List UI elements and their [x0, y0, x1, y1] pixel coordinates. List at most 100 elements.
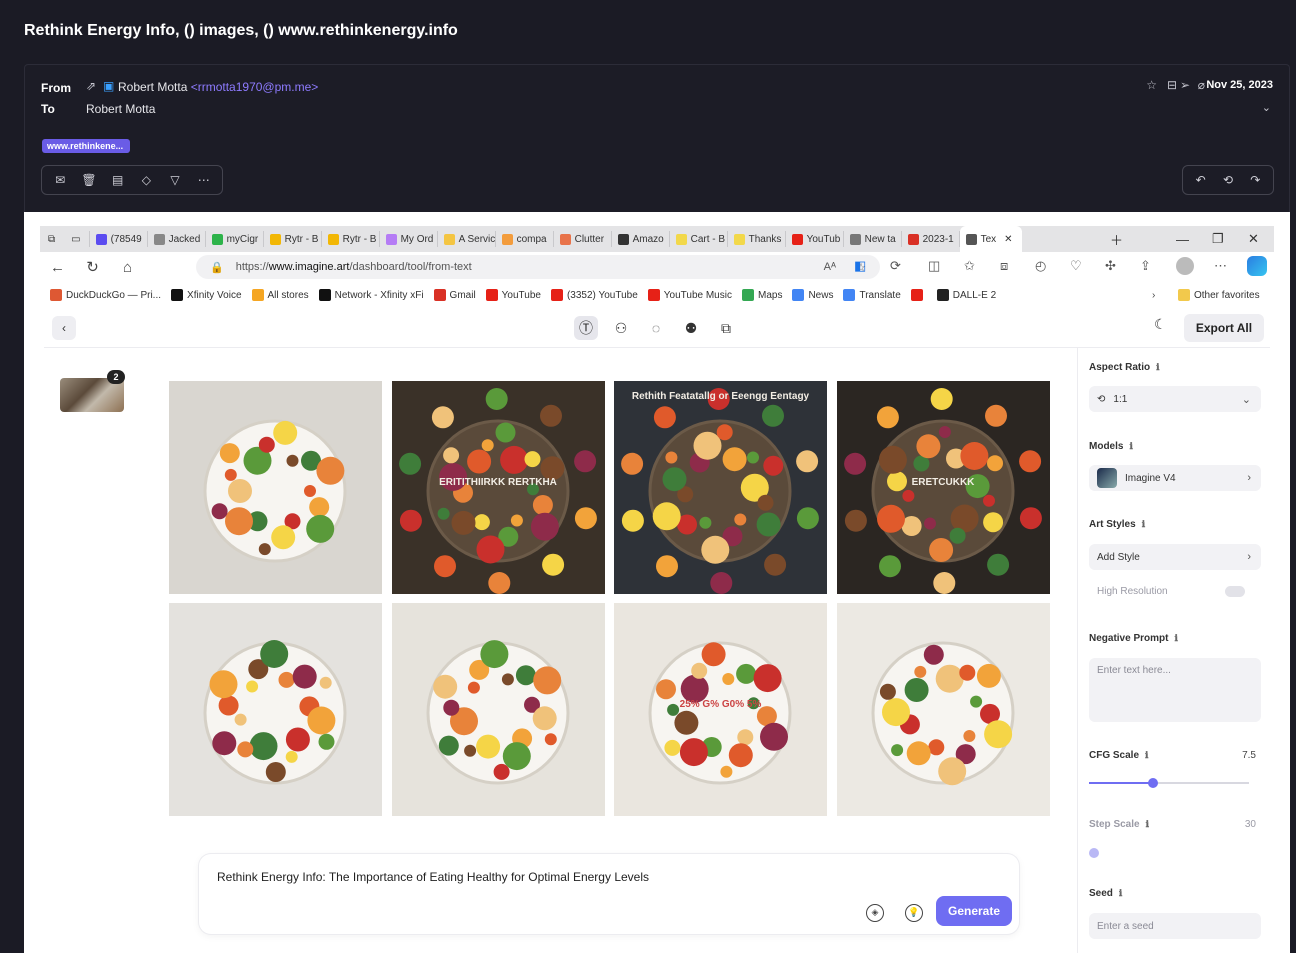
lightbulb-icon[interactable]: 💡 — [905, 904, 923, 922]
edit-tool-icon[interactable]: ⚉ — [679, 316, 703, 340]
browser-tab[interactable]: YouTub — [786, 231, 844, 247]
browser-tab[interactable]: A Servic — [438, 231, 496, 247]
star-icon[interactable]: ☆ — [1146, 78, 1157, 92]
bookmark-item[interactable]: DALL-E 2 — [936, 289, 996, 301]
bookmark-item[interactable]: (3352) YouTube — [550, 289, 638, 301]
minimize-icon[interactable]: — — [1176, 226, 1189, 252]
browser-tab[interactable]: Clutter — [554, 231, 612, 247]
bookmark-item[interactable]: Xfinity Voice — [171, 289, 242, 301]
refresh-icon[interactable]: ↻ — [75, 258, 110, 276]
image-tool-icon[interactable]: ⚇ — [609, 316, 633, 340]
aspect-ratio-select[interactable]: ⟲ 1:1 ⌄ — [1089, 386, 1261, 412]
split-screen-icon[interactable]: ◫ — [928, 258, 940, 274]
text-tool-icon[interactable]: Ⓣ — [574, 316, 598, 340]
chevron-right-icon[interactable]: › — [1152, 290, 1155, 301]
generated-image[interactable] — [169, 381, 382, 594]
browser-tab[interactable]: (78549 — [90, 231, 148, 247]
model-select[interactable]: Imagine V4 › — [1089, 465, 1261, 491]
new-tab-icon[interactable]: ＋ — [1110, 226, 1123, 252]
bookmark-item[interactable]: News — [792, 289, 833, 301]
generated-image[interactable]: ERITITHIIRKK RERTKHA — [391, 381, 605, 594]
copilot-icon[interactable] — [1247, 256, 1267, 276]
generated-image[interactable] — [169, 603, 382, 816]
browser-tab[interactable]: My Ord — [380, 231, 438, 247]
back-arrow-icon[interactable]: ← — [40, 259, 75, 276]
negative-prompt-input[interactable]: Enter text here... — [1089, 658, 1261, 722]
browser-tab[interactable]: Rytr - B — [322, 231, 380, 247]
bookmark-item[interactable] — [910, 289, 927, 301]
recipient-name[interactable]: Robert Motta — [86, 102, 155, 116]
extension-icon[interactable]: ⟳ — [890, 258, 901, 274]
bookmark-item[interactable]: Translate — [843, 289, 901, 301]
step-scale-knob[interactable] — [1089, 848, 1099, 858]
browser-tab[interactable]: myCigr — [206, 231, 264, 247]
seed-input[interactable]: Enter a seed — [1089, 913, 1261, 939]
other-favorites[interactable]: Other favorites — [1178, 289, 1260, 301]
browser-tab[interactable]: Jacked — [148, 231, 206, 247]
mark-unread-icon[interactable]: ✉ — [46, 168, 75, 192]
more-icon[interactable]: ⋯ — [189, 168, 218, 192]
read-aloud-icon[interactable]: Aᴬ — [824, 261, 836, 273]
settings-more-icon[interactable]: ⋯ — [1214, 258, 1227, 274]
bookmark-item[interactable]: YouTube — [485, 289, 541, 301]
prompt-box[interactable]: Rethink Energy Info: The Importance of E… — [199, 854, 1019, 934]
browser-tab[interactable]: Tex ✕ — [959, 226, 1022, 252]
add-style-button[interactable]: Add Style › — [1089, 544, 1261, 570]
reply-all-icon[interactable]: ⟲ — [1214, 168, 1241, 192]
home-icon[interactable]: ⌂ — [110, 259, 145, 276]
workspaces-icon[interactable]: ⧉ — [40, 231, 63, 247]
close-tab-icon[interactable]: ✕ — [1004, 234, 1012, 245]
generated-image[interactable]: Rethith Featatallg or Eeengg Eentagy — [614, 381, 827, 594]
browser-tab[interactable]: Rytr - B — [264, 231, 322, 247]
sender[interactable]: Robert Motta <rrmotta1970@pm.me> — [118, 80, 318, 94]
filter-icon[interactable]: ▽ — [161, 168, 190, 192]
reply-icon[interactable]: ↶ — [1187, 168, 1214, 192]
export-all-button[interactable]: Export All — [1184, 314, 1264, 342]
remix-tool-icon[interactable]: ◌ — [644, 316, 668, 340]
tag-icon[interactable]: ◈ — [866, 904, 884, 922]
high-resolution-toggle[interactable] — [1225, 586, 1245, 597]
address-bar[interactable]: 🔒 https://www.imagine.art/dashboard/tool… — [196, 255, 880, 279]
prompt-text[interactable]: Rethink Energy Info: The Importance of E… — [217, 870, 649, 884]
generated-image[interactable] — [391, 603, 605, 816]
browser-tab[interactable]: compa — [496, 231, 554, 247]
generated-image[interactable]: 25% G% G0% 5% — [614, 603, 827, 816]
browser-tab[interactable]: New ta — [844, 231, 902, 247]
step-scale-slider[interactable] — [1089, 848, 1249, 858]
back-button[interactable]: ‹ — [52, 316, 76, 340]
history-icon[interactable]: ◴ — [1035, 258, 1046, 274]
attachment-pill[interactable]: www.rethinkene... — [42, 139, 130, 153]
browser-tab[interactable]: 2023-1 — [902, 231, 960, 247]
favorites-icon[interactable]: ✩ — [964, 258, 975, 274]
trash-icon[interactable]: 🗑 — [75, 168, 104, 192]
label-icon[interactable]: ◇ — [132, 168, 161, 192]
cfg-scale-slider[interactable] — [1089, 778, 1249, 788]
browser-tab[interactable]: Amazo — [612, 231, 670, 247]
collections-icon[interactable]: ⧈ — [1000, 258, 1008, 274]
browser-tab[interactable]: Cart - B — [670, 231, 728, 247]
outlook-icon[interactable]: ◧ — [854, 258, 866, 274]
generated-image[interactable]: ERETCUKKK — [836, 381, 1050, 594]
chevron-down-icon[interactable]: ⌄ — [1262, 101, 1271, 114]
generate-button[interactable]: Generate — [936, 896, 1012, 926]
close-window-icon[interactable]: ✕ — [1248, 226, 1259, 252]
bookmark-item[interactable]: YouTube Music — [647, 289, 732, 301]
puzzle-icon[interactable]: ✣ — [1105, 258, 1116, 274]
layers-tool-icon[interactable]: ⧉ — [714, 316, 738, 340]
bookmark-item[interactable]: All stores — [251, 289, 309, 301]
tab-actions-icon[interactable]: ▭ — [63, 231, 90, 247]
generated-image[interactable] — [836, 603, 1050, 816]
heart-icon[interactable]: ♡ — [1070, 258, 1082, 274]
cfg-scale-knob[interactable] — [1148, 778, 1158, 788]
archive-icon[interactable]: ▤ — [103, 168, 132, 192]
share-icon[interactable]: ⇪ — [1140, 258, 1151, 274]
restore-icon[interactable]: ❐ — [1212, 226, 1224, 252]
bookmark-item[interactable]: Gmail — [433, 289, 476, 301]
bookmark-item[interactable]: DuckDuckGo — Pri... — [50, 289, 161, 301]
forward-message-icon[interactable]: ↷ — [1242, 168, 1269, 192]
bookmark-item[interactable]: Maps — [741, 289, 782, 301]
dark-mode-icon[interactable]: ☾ — [1154, 316, 1167, 333]
bookmark-item[interactable]: Network - Xfinity xFi — [318, 289, 424, 301]
browser-tab[interactable]: Thanks — [728, 231, 786, 247]
profile-avatar[interactable] — [1176, 257, 1194, 275]
